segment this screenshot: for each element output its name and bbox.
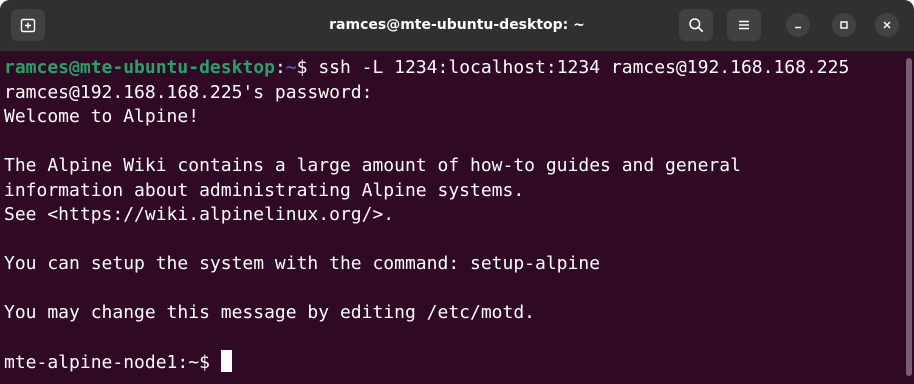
text-cursor: [220, 350, 232, 372]
scrollbar[interactable]: [906, 58, 912, 376]
ssh-command-line: ramces@mte-ubuntu-desktop:~$ ssh -L 1234…: [4, 56, 914, 81]
window-title: ramces@mte-ubuntu-desktop: ~: [329, 17, 585, 33]
terminal-window: ramces@mte-ubuntu-desktop: ~ ramces@mte-…: [0, 0, 914, 384]
prompt-colon: :: [274, 57, 286, 78]
output-line: information about administrating Alpine …: [4, 179, 525, 201]
minimize-icon: [795, 26, 801, 29]
minimize-button[interactable]: [786, 13, 810, 37]
prompt-user-host: ramces@mte-ubuntu-desktop: [4, 57, 275, 78]
output-line: You may change this message by editing /…: [4, 302, 536, 323]
output-line: Welcome to Alpine!: [4, 106, 200, 127]
maximize-icon: [840, 21, 848, 29]
close-button[interactable]: [875, 13, 899, 37]
close-icon: [883, 21, 891, 29]
menu-button[interactable]: [727, 9, 761, 41]
terminal-output[interactable]: ramces@mte-ubuntu-desktop:~$ ssh -L 1234…: [0, 52, 914, 384]
prompt-path: ~: [285, 57, 297, 78]
output-line: The Alpine Wiki contains a large amount …: [4, 155, 741, 176]
output-line: See <https://wiki.alpinelinux.org/>.: [4, 204, 395, 225]
title-bar[interactable]: ramces@mte-ubuntu-desktop: ~: [0, 0, 914, 52]
search-icon: [689, 18, 704, 33]
search-button[interactable]: [679, 9, 713, 41]
remote-prompt-line: mte-alpine-node1:~$: [4, 350, 914, 375]
output-line: ramces@192.168.168.225's password:: [4, 81, 373, 103]
scrollbar-thumb[interactable]: [906, 58, 912, 376]
maximize-button[interactable]: [832, 13, 856, 37]
prompt-symbol: $: [296, 57, 319, 78]
hamburger-menu-icon: [739, 20, 749, 30]
remote-prompt: mte-alpine-node1:~$: [4, 352, 221, 373]
output-line: You can setup the system with the comman…: [4, 253, 601, 274]
command-text: ssh -L 1234:localhost:1234 ramces@192.16…: [318, 57, 850, 78]
